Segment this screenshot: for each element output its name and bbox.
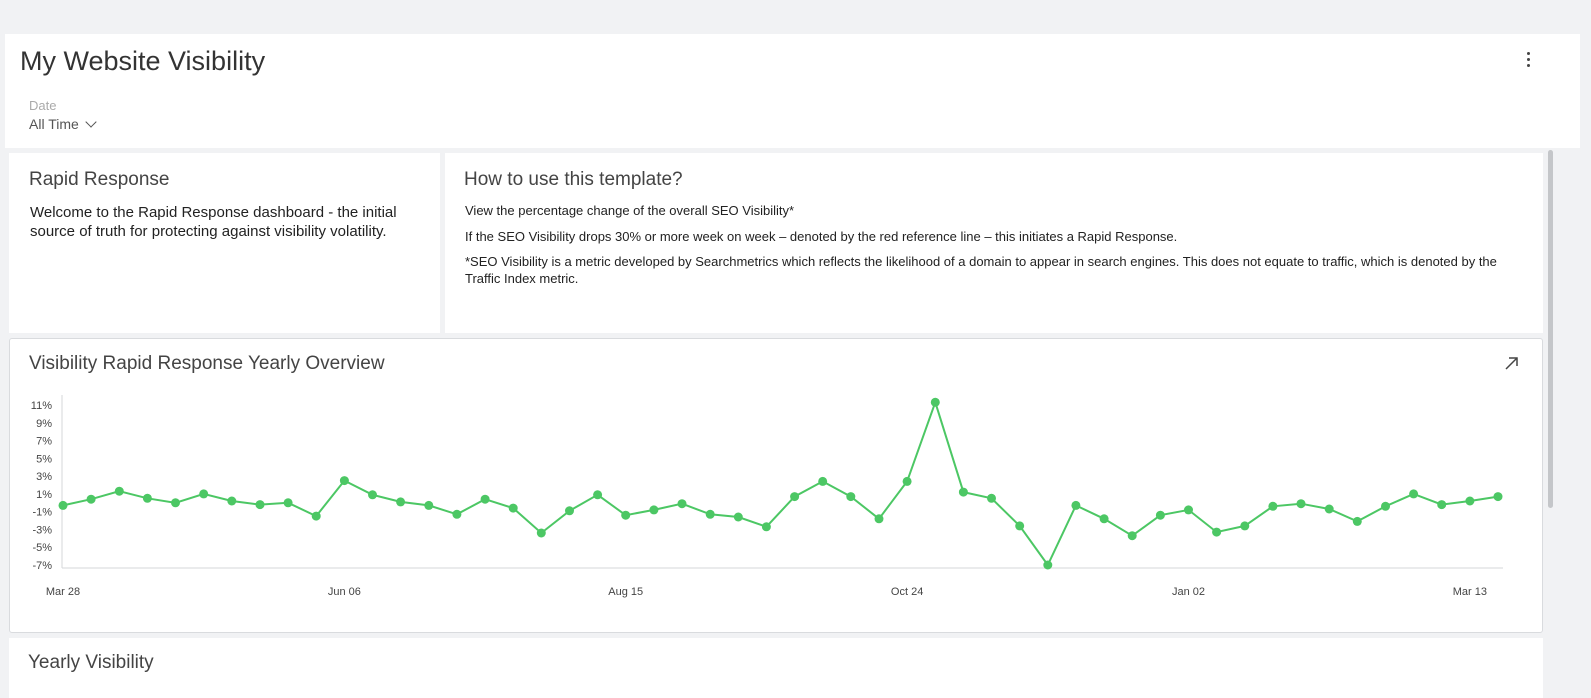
data-point: [705, 509, 715, 519]
data-point: [1240, 521, 1250, 531]
rapid-response-card: Rapid Response Welcome to the Rapid Resp…: [9, 153, 440, 333]
data-point: [1071, 500, 1081, 510]
x-tick-label: Oct 24: [891, 586, 923, 598]
rapid-response-title: Rapid Response: [29, 169, 170, 190]
data-point: [1268, 501, 1278, 511]
data-point: [1381, 501, 1390, 511]
data-point: [761, 522, 771, 532]
y-tick-label: 3%: [36, 471, 52, 483]
kebab-menu-icon[interactable]: [1520, 52, 1536, 72]
data-point: [565, 506, 574, 516]
how-to-paragraph: If the SEO Visibility drops 30% or more …: [465, 229, 1178, 244]
y-tick-label: 1%: [36, 489, 52, 501]
yearly-visibility-title: Yearly Visibility: [28, 652, 154, 673]
y-tick-label: 7%: [36, 436, 52, 448]
data-point: [621, 510, 631, 520]
data-point: [677, 499, 687, 509]
dashboard-header: My Website Visibility Date All Time: [5, 34, 1580, 148]
how-to-use-card: How to use this template? View the perce…: [445, 153, 1543, 333]
date-filter-value: All Time: [29, 116, 79, 132]
y-tick-label: -5%: [32, 542, 52, 554]
yearly-visibility-card: Yearly Visibility: [9, 638, 1543, 698]
data-point: [930, 397, 940, 407]
data-point: [227, 496, 237, 506]
y-tick-label: -3%: [32, 524, 52, 536]
data-point: [790, 492, 800, 502]
date-filter-label: Date: [29, 98, 57, 113]
x-tick-label: Jan 02: [1172, 586, 1205, 598]
data-point: [58, 500, 68, 510]
date-filter-dropdown[interactable]: All Time: [29, 116, 97, 132]
data-point: [1493, 492, 1503, 502]
y-tick-label: -1%: [32, 507, 52, 519]
data-point: [1015, 521, 1025, 531]
data-point: [283, 498, 293, 508]
how-to-paragraph: *SEO Visibility is a metric developed by…: [465, 254, 1497, 286]
how-to-use-title: How to use this template?: [464, 169, 683, 190]
y-tick-label: 9%: [36, 418, 52, 430]
data-point: [987, 493, 996, 503]
data-point: [508, 503, 518, 513]
top-band: [0, 0, 1591, 34]
rapid-response-text: Welcome to the Rapid Response dashboard …: [30, 204, 397, 240]
data-point: [958, 487, 968, 497]
data-point: [1409, 489, 1419, 499]
y-tick-label: 5%: [36, 453, 52, 465]
visibility-chart-card: Visibility Rapid Response Yearly Overvie…: [9, 338, 1543, 633]
data-point: [818, 476, 828, 486]
how-to-paragraph: View the percentage change of the overal…: [465, 203, 795, 218]
data-point: [1324, 504, 1334, 514]
data-point: [1099, 514, 1109, 524]
x-tick-label: Aug 15: [608, 586, 643, 598]
chevron-down-icon: [85, 116, 97, 128]
y-tick-label: 11%: [31, 400, 52, 412]
data-point: [1465, 496, 1475, 506]
data-point: [1212, 527, 1222, 537]
page-title: My Website Visibility: [20, 46, 266, 76]
data-point: [171, 498, 180, 508]
x-tick-label: Jun 06: [328, 586, 361, 598]
data-point: [142, 493, 152, 503]
data-point: [339, 476, 349, 486]
data-point: [424, 500, 434, 510]
data-point: [452, 509, 462, 519]
data-point: [86, 494, 96, 504]
data-point: [1155, 510, 1165, 520]
data-point: [846, 492, 856, 502]
line-chart: 11% 9% 7% 5% 3% 1% -1% -3% -5% -7% Mar 28 Jun 06 Aug…: [31, 395, 1503, 598]
data-point: [1043, 560, 1053, 570]
data-point: [1184, 505, 1193, 515]
scrollbar-thumb[interactable]: [1548, 150, 1553, 508]
data-point: [1296, 499, 1306, 509]
data-point: [396, 497, 406, 507]
data-point: [536, 528, 546, 538]
data-point: [733, 512, 743, 522]
data-point: [902, 476, 912, 486]
data-point: [593, 490, 603, 500]
data-point: [1352, 516, 1362, 526]
x-tick-label: Mar 13: [1453, 586, 1487, 598]
x-tick-label: Mar 28: [46, 586, 80, 598]
data-point: [199, 489, 209, 499]
data-point: [311, 511, 321, 521]
data-point: [874, 514, 884, 524]
data-point: [368, 490, 377, 500]
series-line: [62, 399, 1499, 567]
data-point: [1127, 531, 1137, 541]
y-tick-label: -7%: [32, 560, 52, 572]
data-point: [480, 494, 490, 504]
data-point: [255, 500, 265, 510]
data-point: [1437, 500, 1447, 510]
data-point: [649, 505, 659, 515]
data-point: [114, 486, 124, 496]
